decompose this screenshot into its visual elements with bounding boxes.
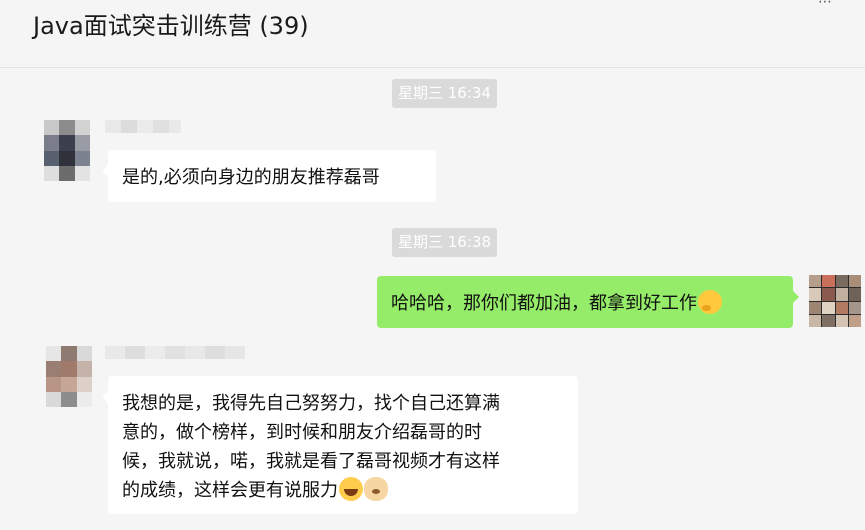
message-line: 的成绩，这样会更有说服力 [122,480,338,501]
message-text: 哈哈哈，那你们都加油，都拿到好工作 [391,293,697,314]
timestamp: 星期三 16:34 [392,79,497,108]
thinking-face-emoji-icon [698,290,722,314]
sender-nickname [105,346,245,359]
message-bubble-sent[interactable]: 哈哈哈，那你们都加油，都拿到好工作 [377,276,799,328]
sender-nickname [105,120,181,133]
message-line: 候，我就说，喏，我就是看了磊哥视频才有这样 [122,451,500,472]
more-options-icon[interactable]: ⋯ [818,0,837,10]
laughing-tears-emoji-icon [339,477,363,501]
message-bubble-received[interactable]: 是的,必须向身边的朋友推荐磊哥 [102,150,436,202]
chat-title: Java面试突击训练营 (39) [33,12,309,40]
message-line: 意的，做个榜样，到时候和朋友介绍磊哥的时 [122,422,482,443]
message-text: 是的,必须向身边的朋友推荐磊哥 [122,167,380,188]
sender-avatar[interactable] [44,120,90,181]
my-avatar[interactable] [809,275,861,327]
doge-emoji-icon [364,477,388,501]
timestamp: 星期三 16:38 [392,228,497,257]
sender-avatar[interactable] [46,346,92,407]
chat-header: Java面试突击训练营 (39) ⋯ [0,0,865,68]
message-line: 我想的是，我得先自己努努力，找个自己还算满 [122,393,500,414]
message-bubble-received[interactable]: 我想的是，我得先自己努努力，找个自己还算满 意的，做个榜样，到时候和朋友介绍磊哥… [102,376,578,514]
